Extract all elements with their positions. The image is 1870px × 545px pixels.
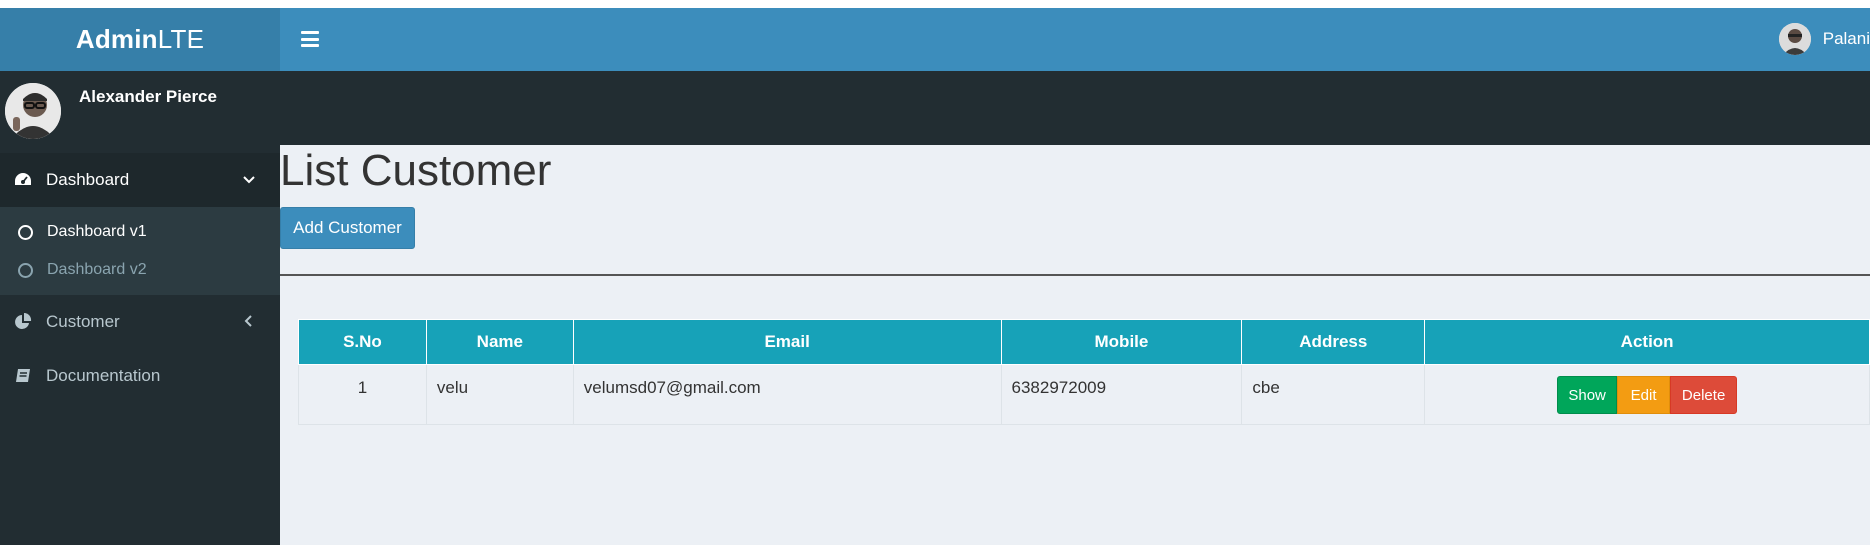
circle-icon — [18, 224, 33, 240]
show-button[interactable]: Show — [1557, 376, 1618, 414]
sidebar-item-documentation[interactable]: Documentation — [0, 349, 280, 403]
column-header-action: Action — [1424, 319, 1870, 365]
main-content: List Customer Add Customer S.No Name Ema… — [280, 145, 1870, 545]
column-header-address: Address — [1241, 319, 1426, 365]
cell-actions: Show Edit Delete — [1424, 364, 1870, 425]
pie-chart-icon — [14, 313, 32, 331]
dashboard-gauge-icon — [14, 171, 32, 189]
edit-button[interactable]: Edit — [1617, 376, 1671, 414]
dashboard-submenu: Dashboard v1 Dashboard v2 — [0, 207, 280, 295]
cell-sno: 1 — [298, 364, 427, 425]
customer-table: S.No Name Email Mobile Address Action 1 … — [298, 319, 1870, 425]
column-header-email: Email — [572, 319, 1002, 365]
content-header-band — [280, 71, 1870, 145]
chevron-left-icon — [240, 312, 258, 330]
sidebar-toggle-icon[interactable] — [298, 28, 322, 50]
table-row: 1 velu velumsd07@gmail.com 6382972009 cb… — [298, 364, 1870, 425]
navbar-user-name: Palani — [1822, 29, 1870, 48]
row-actions: Show Edit Delete — [1425, 376, 1869, 414]
page-title: List Customer — [280, 146, 552, 195]
sidebar-item-label: Dashboard — [46, 170, 130, 189]
cell-email: velumsd07@gmail.com — [572, 364, 1002, 425]
column-header-sno: S.No — [298, 319, 427, 365]
user-menu[interactable]: Palani — [1778, 21, 1870, 57]
cell-name: velu — [425, 364, 574, 425]
sidebar-menu: Dashboard Dashboard v1 Dashboard v2 Cust… — [0, 153, 280, 403]
navbar-avatar — [1778, 23, 1811, 55]
book-icon — [14, 367, 32, 385]
sidebar-item-label: Documentation — [46, 366, 161, 385]
sidebar-item-dashboard[interactable]: Dashboard — [0, 153, 280, 207]
sidebar-item-dashboard-v2[interactable]: Dashboard v2 — [0, 251, 280, 289]
sidebar-item-customer[interactable]: Customer — [0, 295, 280, 349]
chevron-down-icon — [240, 170, 258, 188]
sidebar-item-dashboard-v1[interactable]: Dashboard v1 — [0, 213, 280, 251]
avatar — [5, 83, 61, 139]
sidebar: Alexander Pierce Dashboard Dashboard v1 — [0, 71, 280, 545]
cell-mobile: 6382972009 — [1000, 364, 1243, 425]
logo-light: LTE — [157, 24, 205, 54]
column-header-mobile: Mobile — [1000, 319, 1243, 365]
column-header-name: Name — [425, 319, 574, 365]
sidebar-subitem-label: Dashboard v1 — [47, 223, 147, 240]
divider — [280, 274, 1870, 276]
app-logo[interactable]: Admin LTE — [0, 8, 280, 71]
top-navbar: Palani — [280, 8, 1870, 71]
sidebar-item-label: Customer — [46, 312, 120, 331]
logo-bold: Admin — [75, 24, 158, 54]
sidebar-user-name: Alexander Pierce — [79, 87, 217, 106]
sidebar-subitem-label: Dashboard v2 — [47, 261, 147, 278]
table-header-row: S.No Name Email Mobile Address Action — [298, 319, 1870, 365]
circle-icon — [18, 262, 33, 278]
cell-address: cbe — [1241, 364, 1426, 425]
delete-button[interactable]: Delete — [1670, 376, 1738, 414]
top-strip — [0, 0, 1870, 8]
app-window: Admin LTE Palani Alexander Pierce Dashbo… — [0, 0, 1870, 545]
user-panel: Alexander Pierce — [0, 71, 280, 153]
add-customer-button[interactable]: Add Customer — [280, 207, 415, 249]
